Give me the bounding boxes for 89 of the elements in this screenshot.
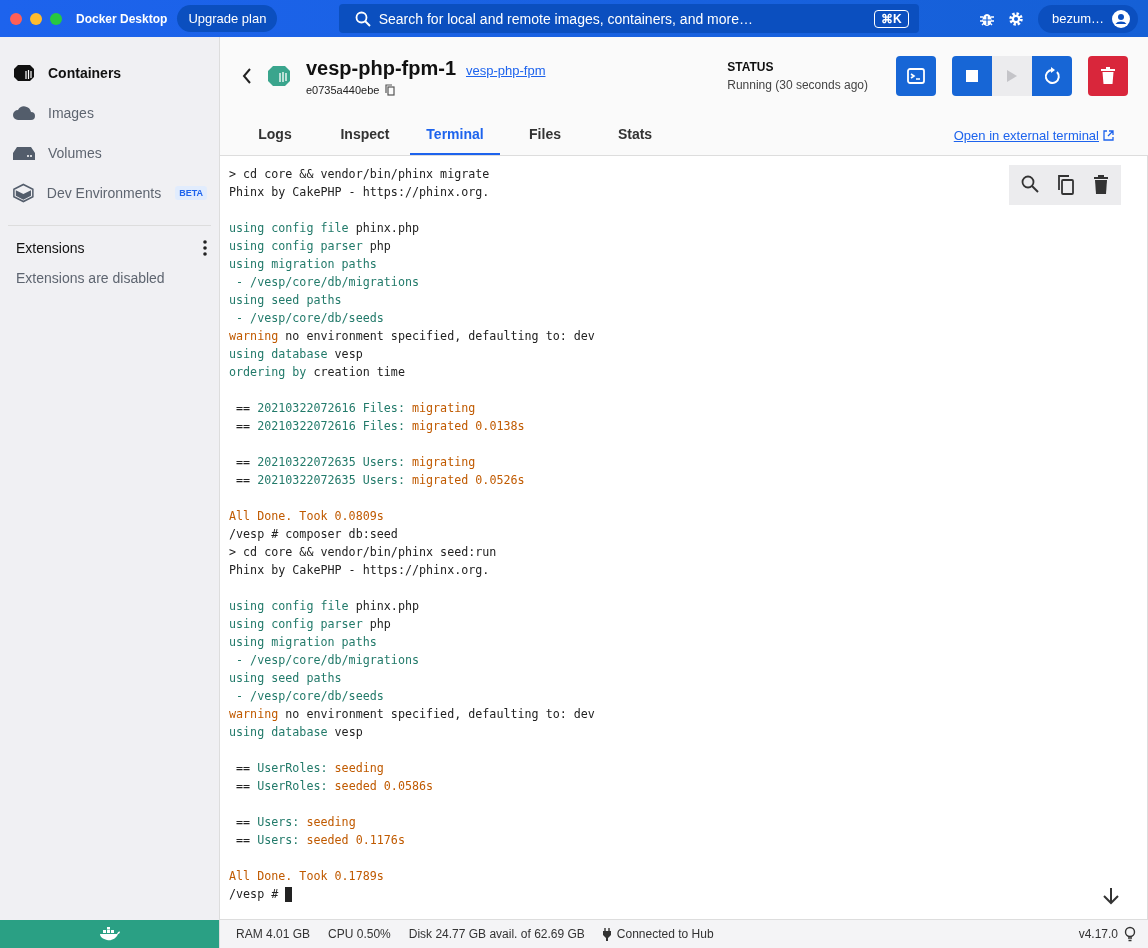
terminal-line: Phinx by CakePHP - https://phinx.org. [229, 562, 490, 579]
disk-usage: Disk 24.77 GB avail. of 62.69 GB [408, 927, 585, 941]
restart-icon [1043, 67, 1061, 85]
plug-icon [602, 927, 611, 941]
terminal-line: using migration paths [229, 634, 377, 651]
image-link[interactable]: vesp-php-fpm [466, 62, 546, 78]
status-value: Running (30 seconds ago) [727, 78, 868, 92]
lightbulb-icon[interactable] [1124, 926, 1138, 942]
tab[interactable]: Stats [590, 115, 680, 155]
stop-button[interactable] [952, 56, 992, 96]
status-label: STATUS [727, 60, 775, 74]
terminal-line: using database vesp [229, 724, 363, 741]
hub-status: Connected to Hub [616, 927, 714, 941]
terminal-line: using config parser php [229, 616, 391, 633]
shortcut-key: ⌘K [874, 9, 909, 28]
extensions-note: Extensions are disabled [16, 270, 166, 286]
terminal-line: - /vesp/core/db/migrations [235, 274, 419, 291]
terminal-line: == 20210322072635 Users: migrated 0.0526s [235, 472, 525, 489]
back-icon[interactable] [242, 68, 252, 84]
terminal-line: warning no environment specified, defaulting to: dev [229, 706, 595, 723]
copy-icon[interactable] [385, 83, 396, 96]
trash-icon [1100, 67, 1116, 85]
down-arrow-icon[interactable] [1103, 887, 1119, 905]
extensions-heading: Extensions [16, 240, 85, 256]
terminal-line: All Done. Took 0.0809s [229, 508, 384, 525]
terminal-line: == UserRoles: seeding [235, 760, 384, 777]
terminal-line: warning no environment specified, defaulting to: dev [229, 328, 595, 345]
trash-icon[interactable] [1093, 175, 1109, 195]
terminal-line: - /vesp/core/db/migrations [235, 652, 419, 669]
play-icon [1006, 69, 1018, 83]
terminal-line: using config file phinx.php [229, 598, 419, 615]
tab[interactable]: Logs [230, 115, 320, 155]
terminal-line: == Users: seeded 0.1176s [235, 832, 405, 849]
tab[interactable]: Inspect [320, 115, 410, 155]
whale-icon [98, 927, 121, 941]
terminal-line: == Users: seeding [235, 814, 356, 831]
sidebar-item[interactable]: Containers [12, 53, 207, 93]
terminal-line: - /vesp/core/db/seeds [235, 310, 384, 327]
container-icon [266, 64, 292, 88]
terminal-line: All Done. Took 0.1789s [229, 868, 384, 885]
tab[interactable]: Files [500, 115, 590, 155]
sidebar-item[interactable]: Dev Environments BETA [12, 173, 207, 213]
container-name: vesp-php-fpm-1 [306, 56, 456, 80]
container-id: e0735a440ebe [306, 83, 380, 96]
avatar-icon [1112, 9, 1130, 28]
ram-usage: RAM 4.01 GB [236, 927, 311, 941]
terminal-line: using config parser php [229, 238, 391, 255]
stop-icon [966, 70, 978, 82]
external-link-icon[interactable] [1103, 129, 1114, 141]
search-icon[interactable] [1021, 175, 1039, 193]
sidebar-item[interactable]: Images [12, 93, 207, 133]
sidebar-item[interactable]: Volumes [12, 133, 207, 173]
terminal-line: == 20210322072616 Files: migrating [235, 400, 476, 417]
terminal-line: using seed paths [229, 292, 342, 309]
terminal-line: == UserRoles: seeded 0.0586s [235, 778, 434, 795]
terminal-line: /vesp # [229, 885, 293, 903]
search-icon [354, 10, 371, 27]
terminal-line: == 20210322072616 Files: migrated 0.0138s [235, 418, 525, 435]
cloud-icon [12, 104, 36, 122]
terminal-line: > cd core && vendor/bin/phinx seed:run [229, 544, 497, 561]
terminal-icon [907, 68, 925, 84]
cpu-usage: CPU 0.50% [328, 927, 391, 941]
delete-button[interactable] [1088, 56, 1128, 96]
terminal-line: ordering by creation time [229, 364, 405, 381]
external-terminal-link[interactable]: Open in external terminal [953, 127, 1099, 143]
drive-icon [12, 144, 36, 162]
box-icon [12, 182, 35, 204]
restart-button[interactable] [1032, 56, 1072, 96]
terminal-line: using database vesp [229, 346, 363, 363]
terminal-line: == 20210322072635 Users: migrating [235, 454, 476, 471]
terminal-button[interactable] [896, 56, 936, 96]
app-title: Docker Desktop [76, 11, 168, 26]
terminal-line: /vesp # composer db:seed [229, 526, 398, 543]
more-icon[interactable] [203, 240, 207, 256]
terminal-line: - /vesp/core/db/seeds [235, 688, 384, 705]
container-icon [12, 63, 36, 83]
minimize-window-button[interactable] [30, 12, 42, 25]
account-button[interactable]: bezum… [1037, 4, 1138, 33]
search-field[interactable]: Search for local and remote images, containers, and more… ⌘K [338, 4, 919, 33]
terminal-line: > cd core && vendor/bin/phinx migrate [229, 166, 490, 183]
settings-icon[interactable] [1007, 10, 1024, 27]
terminal-line: Phinx by CakePHP - https://phinx.org. [229, 184, 490, 201]
copy-icon[interactable] [1057, 175, 1075, 195]
terminal-line: using seed paths [229, 670, 342, 687]
terminal-line: using config file phinx.php [229, 220, 419, 237]
beta-badge: BETA [175, 186, 207, 200]
terminal-line: using migration paths [229, 256, 377, 273]
upgrade-button[interactable]: Upgrade plan [177, 5, 278, 32]
version-label: v4.17.0 [1078, 927, 1118, 941]
